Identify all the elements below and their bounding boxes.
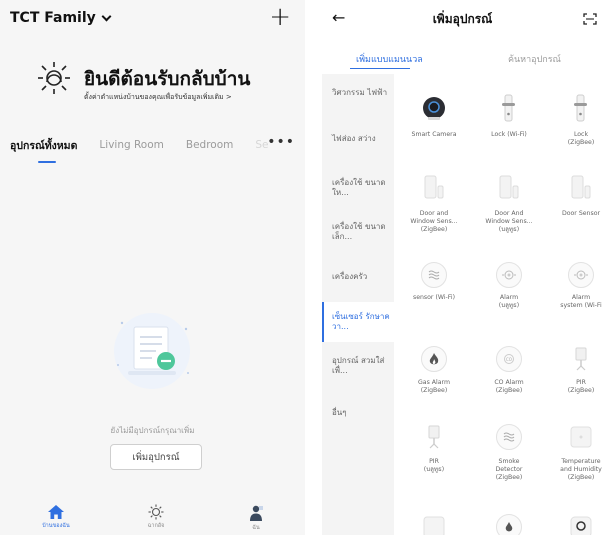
category-sidebar: วิศวกรรม ไฟฟ้า ไฟส่อง สว่าง เครื่องใช้ ข…	[322, 74, 394, 535]
device-label: Smoke Detector (ZigBee)	[495, 458, 523, 481]
device-partial-2[interactable]	[469, 512, 549, 535]
smoke-sensor-icon	[419, 260, 449, 290]
device-label: Alarm system (Wi-Fi	[560, 294, 602, 309]
chevron-down-icon	[101, 11, 112, 21]
category-wearables[interactable]: อุปกรณ์ สวมใส่เพื่...	[322, 356, 394, 376]
tab-search-devices[interactable]: ค้นหาอุปกรณ์	[508, 52, 561, 66]
empty-message: ยังไม่มีอุปกรณ์กรุณาเพิ่ม	[110, 426, 195, 435]
set-location-link[interactable]: ตั้งค่าตำแหน่งบ้านของคุณเพื่อรับข้อมูลเพ…	[84, 92, 232, 103]
device-door-window-sensor-zigbee[interactable]: Door and Window Sens... (ZigBee)	[394, 172, 474, 234]
device-alarm-bluetooth[interactable]: Alarm (บลูทูธ)	[469, 260, 549, 310]
smoke-detector-icon	[494, 422, 524, 452]
device-label: PIR (บลูทูธ)	[423, 458, 445, 473]
nav-home[interactable]: บ้านของฉัน	[26, 504, 86, 530]
door-sensor-icon	[566, 172, 596, 202]
alarm-icon	[494, 260, 524, 290]
category-kitchen[interactable]: เครื่องครัว	[322, 272, 394, 282]
more-icon[interactable]: •••	[267, 134, 295, 150]
tab-all-devices[interactable]: อุปกรณ์ทั้งหมด	[10, 137, 77, 154]
device-label: PIR (ZigBee)	[567, 379, 595, 394]
category-others[interactable]: อื่นๆ	[322, 408, 394, 418]
empty-devices-illustration	[114, 313, 190, 389]
welcome-title: ยินดีต้อนรับกลับบ้าน	[84, 68, 251, 90]
device-lock-zigbee[interactable]: Lock (ZigBee)	[541, 93, 603, 147]
svg-text:CO: CO	[506, 357, 512, 362]
co-alarm-icon: CO	[494, 344, 524, 374]
bottom-nav: บ้านของฉัน ฉากอัจ ฉัน	[0, 498, 305, 535]
device-pir-zigbee[interactable]: PIR (ZigBee)	[541, 344, 603, 395]
device-co-alarm-zigbee[interactable]: CO CO Alarm (ZigBee)	[469, 344, 549, 395]
category-small-appliances[interactable]: เครื่องใช้ ขนาดเล็ก...	[322, 222, 394, 242]
pir-sensor-icon	[419, 422, 449, 452]
family-selector[interactable]: TCT Family	[10, 10, 112, 26]
door-sensor-icon	[419, 172, 449, 202]
nav-profile[interactable]: ฉัน	[226, 504, 286, 532]
device-door-sensor[interactable]: Door Sensor	[541, 172, 603, 218]
nav-scenes-label: ฉากอัจ	[147, 523, 165, 529]
home-icon	[48, 505, 64, 519]
device-sensor-wifi[interactable]: sensor (Wi-Fi)	[394, 260, 474, 302]
device-label: Alarm (บลูทูธ)	[498, 294, 520, 309]
device-partial-1[interactable]	[394, 512, 474, 535]
tab-living-room[interactable]: Living Room	[99, 139, 163, 151]
scan-icon[interactable]	[583, 13, 597, 25]
camera-icon	[419, 93, 449, 123]
tab-bedroom[interactable]: Bedroom	[186, 139, 234, 151]
device-label: Temperature and Humidity (ZigBee)	[560, 458, 602, 481]
category-lighting[interactable]: ไฟส่อง สว่าง	[322, 134, 394, 144]
alarm-icon	[566, 260, 596, 290]
device-gas-alarm-zigbee[interactable]: Gas Alarm (ZigBee)	[394, 344, 474, 395]
pir-sensor-icon	[566, 344, 596, 374]
nav-profile-label: ฉัน	[252, 525, 260, 531]
water-leak-icon	[494, 512, 524, 535]
device-label: Door Sensor	[561, 210, 601, 217]
family-name: TCT Family	[10, 10, 96, 26]
door-sensor-icon	[494, 172, 524, 202]
device-smoke-detector-zigbee[interactable]: Smoke Detector (ZigBee)	[469, 422, 549, 482]
sensor-icon	[419, 512, 449, 535]
location-pin-icon	[566, 512, 596, 535]
nav-scenes[interactable]: ฉากอัจ	[126, 504, 186, 530]
device-lock-wifi[interactable]: Lock (Wi-Fi)	[469, 93, 549, 139]
device-smart-camera[interactable]: Smart Camera	[394, 93, 474, 139]
gas-flame-icon	[419, 344, 449, 374]
home-screen: TCT Family + ยินดีต้อนรับกลับบ้าน ตั้งค่…	[0, 0, 305, 535]
lock-icon	[494, 93, 524, 123]
device-temperature-humidity-zigbee[interactable]: Temperature and Humidity (ZigBee)	[541, 422, 603, 482]
device-label: Door and Window Sens... (ZigBee)	[410, 210, 458, 233]
active-tab-indicator	[38, 161, 56, 163]
nav-home-label: บ้านของฉัน	[42, 523, 70, 529]
category-security-sensors[interactable]: เซ็นเซอร์ รักษาควา...	[322, 302, 394, 342]
device-label: Lock (ZigBee)	[567, 131, 595, 146]
page-title: เพิ่มอุปกรณ์	[432, 12, 493, 26]
device-label: Door And Window Sens... (บลูทูธ)	[485, 210, 533, 233]
sun-icon	[38, 62, 70, 94]
device-partial-3[interactable]	[541, 512, 603, 535]
temperature-humidity-icon	[566, 422, 596, 452]
add-device-button[interactable]: เพิ่มอุปกรณ์	[110, 444, 202, 470]
device-alarm-system-wifi[interactable]: Alarm system (Wi-Fi	[541, 260, 603, 310]
category-large-appliances[interactable]: เครื่องใช้ ขนาดให...	[322, 178, 394, 198]
device-label: Smart Camera	[411, 131, 457, 138]
add-device-screen: ← เพิ่มอุปกรณ์ เพิ่มแบบแมนนวล ค้นหาอุปกร…	[322, 0, 603, 535]
profile-avatar-icon	[250, 505, 263, 521]
scene-sun-icon	[148, 504, 164, 520]
device-label: sensor (Wi-Fi)	[412, 294, 456, 301]
active-tab-indicator	[350, 68, 410, 69]
device-pir-bluetooth[interactable]: PIR (บลูทูธ)	[394, 422, 474, 474]
device-label: CO Alarm (ZigBee)	[494, 379, 524, 394]
tab-add-manually[interactable]: เพิ่มแบบแมนนวล	[356, 52, 423, 66]
device-label: Lock (Wi-Fi)	[491, 131, 527, 138]
room-tabs: อุปกรณ์ทั้งหมด Living Room Bedroom Se	[10, 135, 300, 155]
device-door-window-sensor-bluetooth[interactable]: Door And Window Sens... (บลูทูธ)	[469, 172, 549, 234]
category-electrical[interactable]: วิศวกรรม ไฟฟ้า	[322, 88, 394, 98]
lock-icon	[566, 93, 596, 123]
add-plus-icon[interactable]: +	[269, 4, 291, 30]
device-label: Gas Alarm (ZigBee)	[418, 379, 450, 394]
